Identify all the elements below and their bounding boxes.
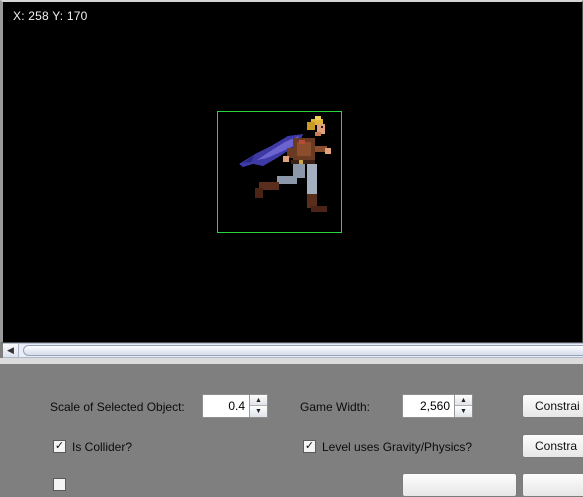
horizontal-scrollbar[interactable]: ◀ <box>3 343 583 358</box>
scale-value[interactable]: 0.4 <box>228 395 245 417</box>
cursor-coordinates: X: 258 Y: 170 <box>13 9 88 23</box>
spinner-up-icon[interactable]: ▲ <box>250 395 267 406</box>
spinner-down-icon[interactable]: ▼ <box>250 406 267 417</box>
coord-y-label: Y: <box>52 9 64 23</box>
game-width-spinner-arrows[interactable]: ▲ ▼ <box>454 395 472 417</box>
game-width-value[interactable]: 2,560 <box>420 395 450 417</box>
scrollbar-thumb[interactable] <box>23 345 583 356</box>
game-width-label: Game Width: <box>300 400 371 414</box>
constraint-button-2[interactable]: Constra <box>522 434 583 458</box>
gravity-checkbox[interactable]: ✓ <box>303 440 316 453</box>
scale-spinner[interactable]: 0.4 ▲ ▼ <box>202 394 268 418</box>
settings-panel: Scale of Selected Object: 0.4 ▲ ▼ Game W… <box>0 364 583 497</box>
scroll-left-arrow-icon[interactable]: ◀ <box>3 344 19 357</box>
game-canvas[interactable]: X: 258 Y: 170 <box>0 0 583 343</box>
spinner-down-icon[interactable]: ▼ <box>455 406 472 417</box>
coord-x-value: 258 <box>28 9 49 23</box>
coord-y-value: 170 <box>66 9 88 23</box>
scale-spinner-arrows[interactable]: ▲ ▼ <box>249 395 267 417</box>
gravity-label: Level uses Gravity/Physics? <box>322 440 473 454</box>
coord-x-label: X: <box>13 9 25 23</box>
game-width-spinner[interactable]: 2,560 ▲ ▼ <box>402 394 473 418</box>
collider-checkbox[interactable]: ✓ <box>53 440 66 453</box>
scale-label: Scale of Selected Object: <box>50 400 185 414</box>
collider-label: Is Collider? <box>72 440 133 454</box>
bottom-button[interactable] <box>522 473 583 497</box>
constraint-button-1[interactable]: Constrai <box>522 394 583 418</box>
spinner-up-icon[interactable]: ▲ <box>455 395 472 406</box>
bottom-dropdown[interactable] <box>402 473 517 497</box>
running-hero-sprite[interactable] <box>233 114 335 226</box>
